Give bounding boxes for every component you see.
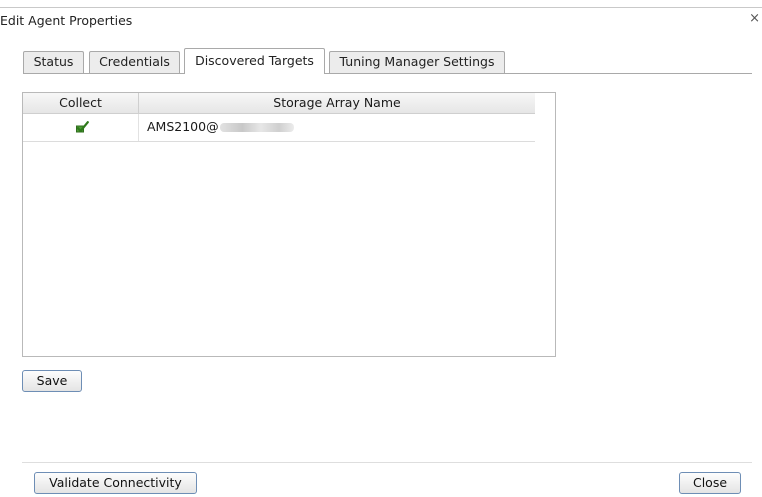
close-button[interactable]: Close xyxy=(679,472,741,494)
dialog-title: Edit Agent Properties xyxy=(0,13,133,28)
discovered-targets-table: Collect Storage Array Name AMS2100@ xyxy=(22,92,556,357)
tab-tuning-manager-settings[interactable]: Tuning Manager Settings xyxy=(329,51,505,73)
edit-agent-properties-dialog: Edit Agent Properties × Status Credentia… xyxy=(0,0,762,497)
tab-status[interactable]: Status xyxy=(23,51,84,73)
title-divider xyxy=(0,7,762,8)
close-icon[interactable]: × xyxy=(749,11,760,26)
storage-array-name: AMS2100@ xyxy=(147,119,219,134)
redacted-address xyxy=(219,123,294,132)
storage-array-name-cell: AMS2100@ xyxy=(147,114,294,141)
column-header-storage-array-name[interactable]: Storage Array Name xyxy=(139,93,535,113)
tab-divider xyxy=(23,73,752,74)
tab-discovered-targets[interactable]: Discovered Targets xyxy=(184,48,325,74)
green-check-icon[interactable] xyxy=(75,120,89,134)
validate-connectivity-button[interactable]: Validate Connectivity xyxy=(34,472,197,494)
footer-divider xyxy=(22,462,752,463)
table-header: Collect Storage Array Name xyxy=(23,93,535,114)
save-button[interactable]: Save xyxy=(22,370,82,392)
collect-cell[interactable] xyxy=(23,114,139,141)
column-header-collect[interactable]: Collect xyxy=(23,93,139,113)
table-row[interactable]: AMS2100@ xyxy=(23,114,535,142)
tab-credentials[interactable]: Credentials xyxy=(89,51,180,73)
